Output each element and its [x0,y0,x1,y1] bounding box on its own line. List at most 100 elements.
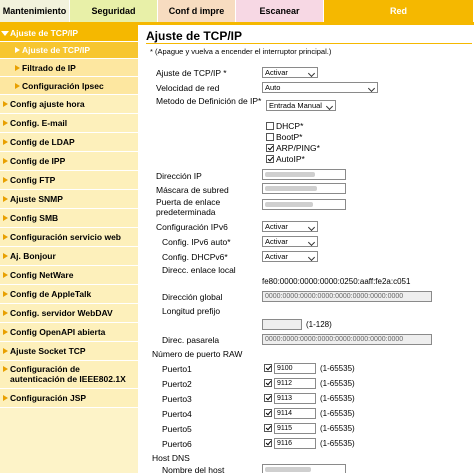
sidebar-item-ftp[interactable]: Config FTP [0,171,138,190]
main-panel: Ajuste de TCP/IP * (Apague y vuelva a en… [142,25,474,473]
tab-conf-impre[interactable]: Conf d impre [158,0,236,22]
sidebar-item-ieee8021x[interactable]: Configuración de autenticación de IEEE80… [0,361,138,389]
gateway-label: Puerta de enlace predeterminada [156,197,221,217]
sidebar-item-openapi[interactable]: Config OpenAPI abierta [0,323,138,342]
hostname-input[interactable] [262,464,346,473]
sidebar-item-servicio-web[interactable]: Configuración servicio web [0,228,138,247]
sidebar-item-webdav[interactable]: Config. servidor WebDAV [0,304,138,323]
redacted-value [265,202,313,207]
sidebar-item-jsp[interactable]: Configuración JSP [0,389,138,408]
prefix-label: Longitud prefijo [162,306,221,316]
arrow-right-icon [0,327,10,337]
dhcp-label: DHCP* [276,121,304,131]
dhcpv6-select[interactable]: Activar [262,251,318,262]
bootp-label: BootP* [276,132,303,142]
arrow-right-icon [0,118,10,128]
port4-input[interactable]: 9114 [274,408,316,419]
arrow-right-icon [0,137,10,147]
port5-checkbox[interactable] [264,424,272,432]
method-label: Metodo de Definición de IP* [156,96,262,106]
ip-input[interactable] [262,169,346,180]
dhcp-checkbox[interactable] [266,122,274,130]
port1-checkbox[interactable] [264,364,272,372]
port3-input[interactable]: 9113 [274,393,316,404]
sidebar-item-email[interactable]: Config. E-mail [0,114,138,133]
prefix-input[interactable] [262,319,302,330]
tab-red[interactable]: Red [324,0,474,22]
ipv6-label: Configuración IPv6 [156,222,228,232]
port5-input[interactable]: 9115 [274,423,316,434]
port1-input[interactable]: 9100 [274,363,316,374]
port3-label: Puerto3 [162,394,192,404]
method-select[interactable]: Entrada Manual [266,100,336,111]
port6-range: (1-65535) [320,439,355,448]
arrow-right-icon [0,175,10,185]
dhcpv6-label: Config. DHCPv6* [162,252,228,262]
sidebar-subitem-ajuste-tcpip[interactable]: Ajuste de TCP/IP [0,42,138,59]
arrow-right-icon [0,213,10,223]
arpping-checkbox[interactable] [266,144,274,152]
restart-note: * (Apague y vuelva a encender el interru… [150,47,332,56]
port4-label: Puerto4 [162,409,192,419]
global-label: Dirección global [162,292,223,302]
redacted-value [265,186,317,191]
autoip-checkbox[interactable] [266,155,274,163]
top-tab-bar: Mantenimiento Seguridad Conf d impre Esc… [0,0,474,22]
page-title: Ajuste de TCP/IP [146,29,243,43]
arrow-right-icon [0,99,10,109]
sidebar-item-netware[interactable]: Config NetWare [0,266,138,285]
speed-select[interactable]: Auto [262,82,378,93]
ip-label: Dirección IP [156,171,202,181]
ipv6auto-select[interactable]: Activar [262,236,318,247]
port6-checkbox[interactable] [264,439,272,447]
ipv6-select[interactable]: Activar [262,221,318,232]
tcpip-select[interactable]: Activar [262,67,318,78]
gw6-input[interactable]: 0000:0000:0000:0000:0000:0000:0000:0000 [262,334,432,345]
arpping-label: ARP/PING* [276,143,320,153]
arrow-right-icon [0,251,10,261]
gateway-input[interactable] [262,199,346,210]
port4-checkbox[interactable] [264,409,272,417]
gw6-label: Direc. pasarela [162,335,220,345]
port3-checkbox[interactable] [264,394,272,402]
dnshost-label: Host DNS [152,453,190,463]
sidebar-item-ldap[interactable]: Config de LDAP [0,133,138,152]
sidebar-subitem-ipsec[interactable]: Configuración Ipsec [0,77,138,95]
port1-label: Puerto1 [162,364,192,374]
tcpip-label: Ajuste de TCP/IP * [156,68,227,78]
arrow-right-icon [0,270,10,280]
speed-label: Velocidad de red [156,83,220,93]
redacted-value [265,467,311,472]
sidebar-item-smb[interactable]: Config SMB [0,209,138,228]
tab-seguridad[interactable]: Seguridad [70,0,158,22]
arrow-right-icon [0,289,10,299]
mask-input[interactable] [262,183,346,194]
bootp-checkbox[interactable] [266,133,274,141]
port2-checkbox[interactable] [264,379,272,387]
title-divider [146,43,472,44]
arrow-right-icon [0,232,10,242]
sidebar-item-socket-tcp[interactable]: Ajuste Socket TCP [0,342,138,361]
autoip-label: AutoIP* [276,154,305,164]
arrow-right-icon [0,346,10,356]
sidebar-item-appletalk[interactable]: Config de AppleTalk [0,285,138,304]
arrow-right-icon [0,308,10,318]
tab-escanear[interactable]: Escanear [236,0,324,22]
sidebar-item-ajuste-hora[interactable]: Config ajuste hora [0,95,138,114]
sidebar-item-ajuste-tcpip[interactable]: Ajuste de TCP/IP [0,25,138,42]
port2-range: (1-65535) [320,379,355,388]
expanded-arrow-icon [0,28,10,38]
port1-range: (1-65535) [320,364,355,373]
port3-range: (1-65535) [320,394,355,403]
tab-mantenimiento[interactable]: Mantenimiento [0,0,70,22]
port6-input[interactable]: 9116 [274,438,316,449]
arrow-right-icon [0,194,10,204]
hostname-label: Nombre del host [162,465,225,473]
sidebar-subitem-filtrado-ip[interactable]: Filtrado de IP [0,59,138,77]
port2-input[interactable]: 9112 [274,378,316,389]
global-input[interactable]: 0000:0000:0000:0000:0000:0000:0000:0000 [262,291,432,302]
sidebar-item-ipp[interactable]: Config de IPP [0,152,138,171]
sidebar-item-snmp[interactable]: Ajuste SNMP [0,190,138,209]
sidebar-item-bonjour[interactable]: Aj. Bonjour [0,247,138,266]
port4-range: (1-65535) [320,409,355,418]
